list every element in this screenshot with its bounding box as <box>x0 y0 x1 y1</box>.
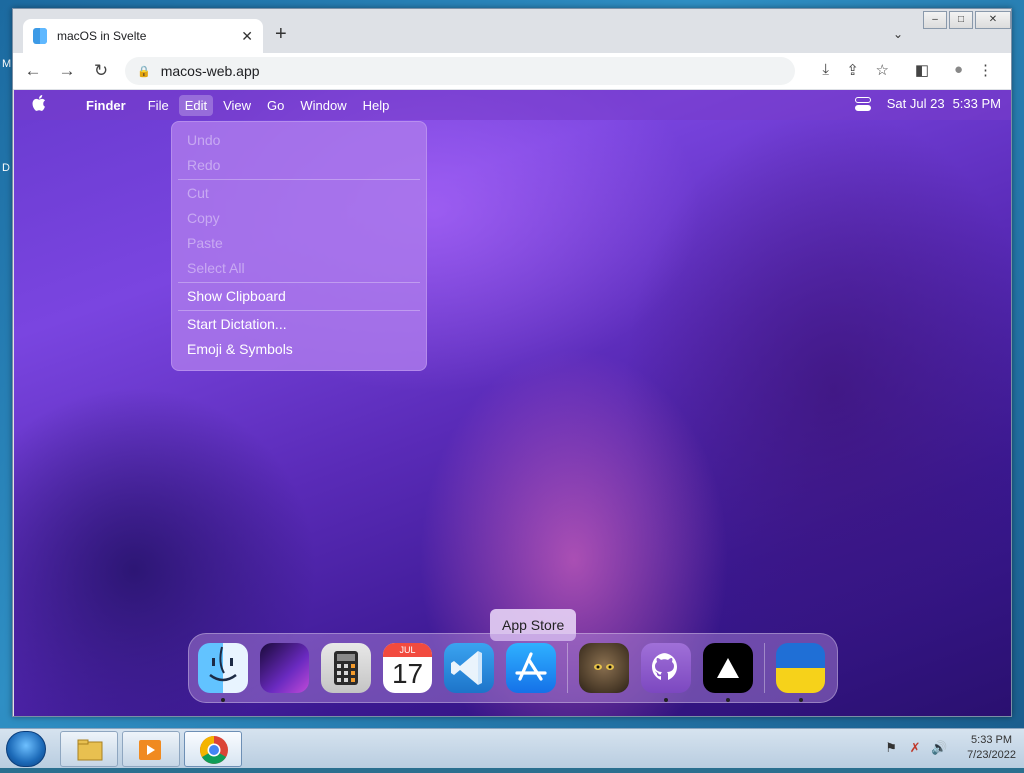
menu-edit[interactable]: Edit <box>178 94 214 116</box>
macos-menubar: Finder File Edit View Go Window Help Sat… <box>14 90 1011 120</box>
minimize-button[interactable]: – <box>923 11 947 29</box>
dock-separator <box>567 643 569 693</box>
close-window-button[interactable]: ✕ <box>975 11 1011 29</box>
running-indicator <box>726 698 731 702</box>
edit-menu-item-undo: Undo <box>187 132 221 148</box>
action-center-icon[interactable]: ⚑ <box>883 740 899 756</box>
browser-tab[interactable]: macOS in Svelte ✕ <box>23 19 263 53</box>
dock-calculator[interactable] <box>321 643 372 693</box>
network-icon[interactable]: ✗ <box>907 740 923 756</box>
back-icon[interactable]: ← <box>19 61 47 81</box>
running-indicator <box>664 698 669 702</box>
running-indicator <box>799 698 803 702</box>
url-text[interactable]: macos-web.app <box>161 63 260 79</box>
tab-title: macOS in Svelte <box>57 29 147 43</box>
calendar-month: JUL <box>383 643 433 657</box>
edit-menu-item-start-dictation[interactable]: Start Dictation... <box>172 312 426 337</box>
menu-separator <box>178 310 420 311</box>
vercel-triangle-icon <box>717 658 740 678</box>
taskbar-media-player[interactable] <box>122 731 180 767</box>
taskbar-clock[interactable]: 5:33 PM 7/23/2022 <box>967 733 1016 763</box>
dock-cat-photo[interactable] <box>579 643 630 693</box>
browser-toolbar: ← → ↻ 🔒 macos-web.app ⤓ ⇪ ☆ ◧ ● ⋮ <box>13 53 1011 89</box>
macos-web-viewport: Finder File Edit View Go Window Help Sat… <box>14 90 1011 716</box>
macos-dock: JUL 17 <box>188 633 838 703</box>
volume-icon[interactable]: 🔊 <box>931 740 947 756</box>
start-orb-button[interactable] <box>6 731 46 767</box>
github-icon <box>652 653 678 680</box>
dock-wallpapers[interactable] <box>260 643 310 693</box>
calculator-icon <box>334 651 359 685</box>
dock-separator <box>764 643 765 693</box>
taskbar-explorer[interactable] <box>60 731 118 767</box>
edit-menu-item-redo: Redo <box>187 157 221 173</box>
menubar-status-area: Sat Jul 23 5:33 PM <box>854 96 1001 111</box>
profile-avatar-icon[interactable]: ● <box>954 61 963 78</box>
dock-app-store[interactable] <box>506 643 557 693</box>
dock-finder[interactable] <box>198 643 248 702</box>
control-center-icon[interactable] <box>854 96 871 111</box>
edit-dropdown-menu: Undo Redo Cut Copy Paste Select All Show Clipb… <box>171 121 427 371</box>
edit-menu-item-cut: Cut <box>187 185 209 201</box>
menubar-time[interactable]: 5:33 PM <box>953 96 1001 111</box>
menu-file[interactable]: File <box>142 95 175 116</box>
edit-menu-item-paste: Paste <box>187 235 223 251</box>
dock-github[interactable] <box>641 643 692 702</box>
cat-face-icon <box>594 664 615 670</box>
dock-ukraine-flag[interactable] <box>776 643 826 702</box>
forward-icon[interactable]: → <box>53 61 81 81</box>
edit-menu-item-emoji-symbols[interactable]: Emoji & Symbols <box>172 337 426 362</box>
desktop-icon-label[interactable]: D <box>2 162 10 174</box>
menu-separator <box>178 282 420 283</box>
tab-search-icon[interactable]: ⌄ <box>893 27 903 41</box>
menu-view[interactable]: View <box>217 95 257 116</box>
taskbar-chrome[interactable] <box>184 731 242 767</box>
chrome-window: macOS in Svelte ✕ + ⌄ – □ ✕ ← → ↻ 🔒 maco… <box>12 8 1012 717</box>
maximize-button[interactable]: □ <box>949 11 973 29</box>
lock-icon[interactable]: 🔒 <box>137 65 151 78</box>
chrome-icon <box>200 736 228 764</box>
new-tab-button[interactable]: + <box>275 23 287 46</box>
windows-taskbar: ⚑ ✗ 🔊 5:33 PM 7/23/2022 <box>0 728 1024 768</box>
menubar-date[interactable]: Sat Jul 23 <box>887 96 945 111</box>
system-tray: ⚑ ✗ 🔊 5:33 PM 7/23/2022 <box>883 733 1016 763</box>
folder-icon <box>77 739 103 761</box>
bookmark-star-icon[interactable]: ☆ <box>876 61 889 79</box>
address-bar[interactable]: 🔒 macos-web.app <box>125 57 795 85</box>
dock-calendar[interactable]: JUL 17 <box>383 643 433 693</box>
menu-separator <box>178 179 420 180</box>
dock-vercel[interactable] <box>703 643 754 702</box>
share-icon[interactable]: ⇪ <box>846 61 859 79</box>
calendar-day: 17 <box>391 658 424 689</box>
media-player-icon <box>139 740 161 760</box>
clock-date: 7/23/2022 <box>967 749 1016 761</box>
dock-vscode[interactable] <box>444 643 495 693</box>
side-panel-icon[interactable]: ◧ <box>915 61 929 79</box>
edit-menu-item-select-all: Select All <box>187 260 245 276</box>
clock-time: 5:33 PM <box>971 734 1013 746</box>
vscode-icon <box>451 651 483 685</box>
macos-favicon-icon <box>33 28 47 44</box>
menu-go[interactable]: Go <box>261 95 290 116</box>
desktop-icon-label[interactable]: M <box>2 58 11 70</box>
menu-help[interactable]: Help <box>357 95 396 116</box>
edit-menu-item-copy: Copy <box>187 210 220 226</box>
running-indicator <box>221 698 225 702</box>
tab-strip: macOS in Svelte ✕ + ⌄ – □ ✕ <box>13 9 1011 53</box>
apple-logo-icon[interactable] <box>32 94 58 116</box>
tab-close-icon[interactable]: ✕ <box>241 28 253 45</box>
edit-menu-item-show-clipboard[interactable]: Show Clipboard <box>172 284 426 309</box>
chrome-menu-icon[interactable]: ⋮ <box>978 61 993 79</box>
menu-finder[interactable]: Finder <box>80 95 132 116</box>
menu-window[interactable]: Window <box>294 95 352 116</box>
install-app-icon[interactable]: ⤓ <box>822 61 829 78</box>
app-store-icon <box>515 652 547 681</box>
reload-icon[interactable]: ↻ <box>87 61 115 81</box>
finder-face-icon <box>209 646 237 682</box>
